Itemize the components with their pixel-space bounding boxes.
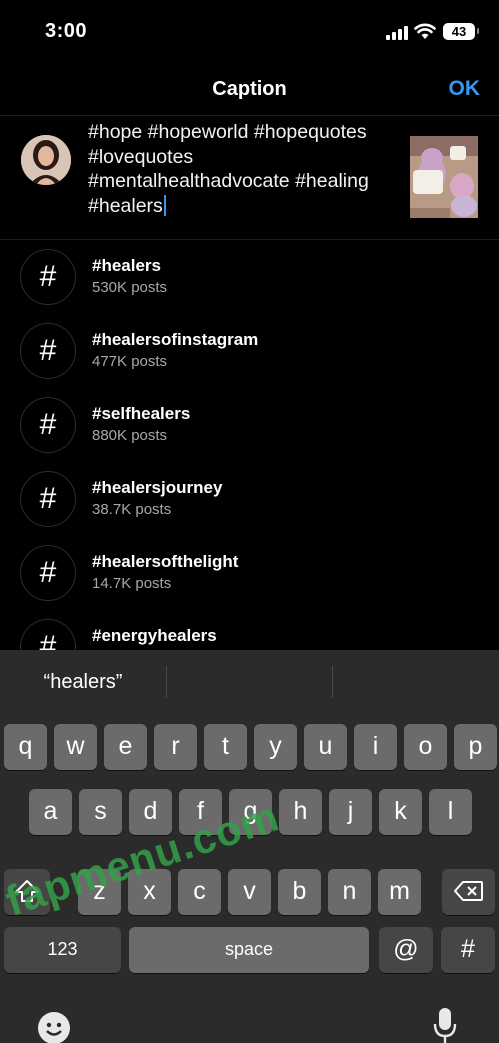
predictive-bar: “healers” [0, 650, 499, 716]
key-i[interactable]: i [354, 724, 397, 770]
text-cursor [163, 194, 166, 216]
key-e[interactable]: e [104, 724, 147, 770]
battery-icon: 43 [443, 23, 479, 40]
microphone-icon[interactable] [433, 1008, 457, 1043]
list-item[interactable]: # #selfhealers 880K posts [0, 388, 499, 462]
emoji-icon[interactable] [38, 1012, 70, 1043]
hashtag-icon: # [20, 397, 76, 453]
hashtag-name: #healers [92, 256, 161, 275]
key-o[interactable]: o [404, 724, 447, 770]
hashtag-icon: # [20, 323, 76, 379]
key-q[interactable]: q [4, 724, 47, 770]
list-item[interactable]: # #healersofthelight 14.7K posts [0, 536, 499, 610]
key-p[interactable]: p [454, 724, 497, 770]
status-time: 3:00 [45, 20, 88, 42]
key-z[interactable]: z [78, 869, 121, 915]
avatar [21, 135, 71, 185]
key-b[interactable]: b [278, 869, 321, 915]
key-f[interactable]: f [179, 789, 222, 835]
key-y[interactable]: y [254, 724, 297, 770]
cellular-signal-icon [386, 26, 410, 40]
hashtag-icon: # [20, 619, 76, 650]
shift-key[interactable] [4, 869, 50, 915]
key-k[interactable]: k [379, 789, 422, 835]
key-m[interactable]: m [378, 869, 421, 915]
key-r[interactable]: r [154, 724, 197, 770]
hashtag-name: #healersjourney [92, 478, 223, 497]
key-s[interactable]: s [79, 789, 122, 835]
key-t[interactable]: t [204, 724, 247, 770]
keyboard: “healers” qwertyuiop asdfghjkl zxcvbnm 1… [0, 650, 499, 1043]
prediction-divider [166, 666, 167, 698]
numbers-key[interactable]: 123 [4, 927, 121, 973]
hashtag-icon: # [20, 545, 76, 601]
wifi-icon [414, 23, 436, 39]
hashtag-name: #selfhealers [92, 404, 191, 423]
space-key[interactable]: space [129, 927, 369, 973]
hashtag-post-count: 14.7K posts [92, 575, 172, 592]
key-l[interactable]: l [429, 789, 472, 835]
hashtag-post-count: 530K posts [92, 279, 168, 296]
list-item[interactable]: # #energyhealers [0, 610, 499, 650]
key-h[interactable]: h [279, 789, 322, 835]
prediction-divider [332, 666, 333, 698]
hashtag-name: #healersofinstagram [92, 330, 259, 349]
key-j[interactable]: j [329, 789, 372, 835]
key-a[interactable]: a [29, 789, 72, 835]
post-thumbnail [410, 136, 478, 218]
caption-header: Caption OK [0, 62, 499, 116]
caption-input[interactable]: #hope #hopeworld #hopequotes #lovequotes… [88, 120, 398, 218]
key-v[interactable]: v [228, 869, 271, 915]
list-item[interactable]: # #healersjourney 38.7K posts [0, 462, 499, 536]
hashtag-post-count: 38.7K posts [92, 501, 172, 518]
hashtag-suggestions: # #healers 530K posts # #healersofinstag… [0, 240, 499, 650]
key-d[interactable]: d [129, 789, 172, 835]
hashtag-name: #energyhealers [92, 626, 217, 645]
list-item[interactable]: # #healersofinstagram 477K posts [0, 314, 499, 388]
page-title: Caption [212, 78, 287, 100]
hashtag-post-count: 880K posts [92, 427, 168, 444]
key-u[interactable]: u [304, 724, 347, 770]
status-bar: 3:00 43 [0, 0, 499, 62]
hashtag-icon: # [20, 249, 76, 305]
key-n[interactable]: n [328, 869, 371, 915]
key-g[interactable]: g [229, 789, 272, 835]
caption-editor: #hope #hopeworld #hopequotes #lovequotes… [0, 116, 499, 240]
key-c[interactable]: c [178, 869, 221, 915]
key-x[interactable]: x [128, 869, 171, 915]
ok-button[interactable]: OK [449, 77, 481, 101]
at-key[interactable]: @ [379, 927, 433, 973]
hash-key[interactable]: # [441, 927, 495, 973]
hashtag-name: #healersofthelight [92, 552, 239, 571]
caption-text: #hope #hopeworld #hopequotes #lovequotes… [88, 121, 369, 217]
backspace-key[interactable] [442, 869, 495, 915]
list-item[interactable]: # #healers 530K posts [0, 240, 499, 314]
hashtag-icon: # [20, 471, 76, 527]
key-w[interactable]: w [54, 724, 97, 770]
hashtag-post-count: 477K posts [92, 353, 168, 370]
prediction-suggestion[interactable]: “healers” [0, 671, 166, 694]
